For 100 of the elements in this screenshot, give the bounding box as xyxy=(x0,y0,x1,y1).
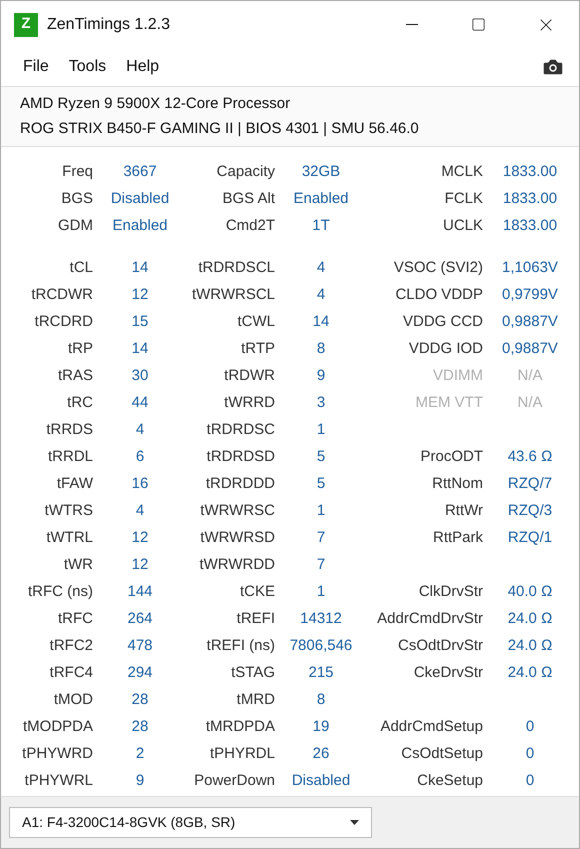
timing-label: tRFC4 xyxy=(50,663,93,684)
timing-label: AddrCmdDrvStr xyxy=(377,609,483,630)
module-dropdown[interactable]: A1: F4-3200C14-8GVK (8GB, SR) xyxy=(9,807,372,838)
timing-value: 28 xyxy=(132,690,148,710)
timing-value: 4 xyxy=(316,285,326,306)
timing-value: 8 xyxy=(316,690,326,710)
timing-label: tWRWRDD xyxy=(199,555,275,576)
timing-value: 14 xyxy=(312,312,330,332)
timing-value: 215 xyxy=(308,663,334,684)
timing-label: tRCDWR xyxy=(31,285,93,306)
timing-value: 12 xyxy=(132,528,148,548)
timing-value: 2 xyxy=(136,744,144,764)
timing-value: 30 xyxy=(132,366,148,386)
timing-label: Freq xyxy=(62,162,93,182)
timing-value: 5 xyxy=(316,447,326,468)
timing-value: 144 xyxy=(127,582,153,602)
timing-value: 14 xyxy=(132,339,148,360)
caret-icon xyxy=(350,820,359,825)
timing-label: tWTRL xyxy=(46,528,93,548)
timing-label: BGS xyxy=(61,189,93,210)
timing-label: tCL xyxy=(70,258,93,278)
timing-label: tRFC2 xyxy=(50,636,93,656)
app-logo-icon: Z xyxy=(14,12,38,36)
menu-item[interactable]: Tools xyxy=(58,55,116,79)
timing-value: Enabled xyxy=(293,189,349,210)
timing-label: tWR xyxy=(64,555,93,576)
timing-value: 1833.00 xyxy=(502,162,558,182)
timing-label: tWRWRSD xyxy=(200,528,275,548)
timing-label: tRTP xyxy=(241,339,275,360)
timing-label: tRRDS xyxy=(46,420,93,440)
timing-value: 24.0 Ω xyxy=(508,609,552,630)
timing-value: 0 xyxy=(526,771,534,792)
timing-label: tRDRDDD xyxy=(206,474,275,494)
timing-value: 28 xyxy=(132,717,148,738)
timing-value: 16 xyxy=(132,474,148,494)
timing-value: 24.0 Ω xyxy=(508,636,552,656)
timing-label: CkeSetup xyxy=(417,771,483,792)
timing-value: 294 xyxy=(127,663,153,684)
timing-value: 3667 xyxy=(123,162,157,182)
timing-label: tRDRDSD xyxy=(206,447,275,468)
menu-item[interactable]: File xyxy=(13,55,59,79)
timing-label: tRDRDSCL xyxy=(198,258,275,278)
timing-label: PowerDown xyxy=(194,771,275,792)
timing-label: VDDG IOD xyxy=(408,339,483,360)
timing-label: tRCDRD xyxy=(34,312,93,332)
timing-value: 1 xyxy=(316,501,326,522)
timing-label: tRRDL xyxy=(48,447,93,468)
timing-label: AddrCmdSetup xyxy=(380,717,483,738)
timing-value: 4 xyxy=(136,501,144,522)
timing-value: 0,9887V xyxy=(502,339,558,360)
timing-label: tREFI (ns) xyxy=(206,636,275,656)
timing-label: tRP xyxy=(68,339,93,360)
timing-label: VSOC (SVI2) xyxy=(394,258,483,278)
timing-value: 478 xyxy=(127,636,153,656)
timing-label: tMRDPDA xyxy=(206,717,275,738)
timing-value: 264 xyxy=(127,609,153,630)
timing-value: Enabled xyxy=(112,216,168,236)
timing-value: 12 xyxy=(132,285,148,306)
menu-item[interactable]: Help xyxy=(116,55,170,79)
timing-label: VDIMM xyxy=(433,366,483,386)
timing-label: RttPark xyxy=(432,528,483,548)
timing-label: FCLK xyxy=(444,189,483,210)
timing-label: tMODPDA xyxy=(22,717,93,738)
system-info-text: ROG STRIX B450-F GAMING II | BIOS 4301 | SMU 56.46.0 xyxy=(20,119,420,139)
timing-label: tFAW xyxy=(56,474,93,494)
timing-value: 7 xyxy=(316,555,326,576)
timing-label: tSTAG xyxy=(231,663,275,684)
timing-label: tRDRDSC xyxy=(206,420,275,440)
timing-value: 40.0 Ω xyxy=(508,582,552,602)
timing-value: 0 xyxy=(526,744,534,764)
timing-value: N/A xyxy=(517,366,542,386)
timing-value: 12 xyxy=(132,555,148,576)
timing-value: 1 xyxy=(316,420,326,440)
timing-label: CkeDrvStr xyxy=(414,663,483,684)
timing-value: 0 xyxy=(526,717,534,738)
timing-label: tRC xyxy=(67,393,93,414)
timing-label: CsOdtSetup xyxy=(401,744,483,764)
timing-label: MCLK xyxy=(441,162,483,182)
timing-label: CLDO VDDP xyxy=(395,285,483,306)
timing-label: RttWr xyxy=(444,501,483,522)
timing-value: 1 xyxy=(316,582,326,602)
timing-label: tRFC xyxy=(58,609,93,630)
timing-label: tWRRD xyxy=(224,393,275,414)
timing-label: tWRWRSC xyxy=(200,501,275,522)
timing-label: tPHYWRL xyxy=(24,771,93,792)
timing-value: RZQ/7 xyxy=(508,474,552,494)
timing-value: N/A xyxy=(517,393,542,414)
timing-value: 4 xyxy=(136,420,144,440)
timing-label: Cmd2T xyxy=(226,216,275,236)
timing-value: Disabled xyxy=(292,771,350,792)
timing-label: VDDG CCD xyxy=(402,312,483,332)
timing-label: RttNom xyxy=(432,474,483,494)
timing-label: tCKE xyxy=(240,582,275,602)
timing-label: tRAS xyxy=(58,366,93,386)
timing-value: RZQ/3 xyxy=(508,501,552,522)
timing-value: 1,1063V xyxy=(502,258,558,278)
timing-value: 44 xyxy=(132,393,148,414)
timing-value: 5 xyxy=(316,474,326,494)
timing-value: 15 xyxy=(132,312,148,332)
timing-value: RZQ/1 xyxy=(508,528,552,548)
